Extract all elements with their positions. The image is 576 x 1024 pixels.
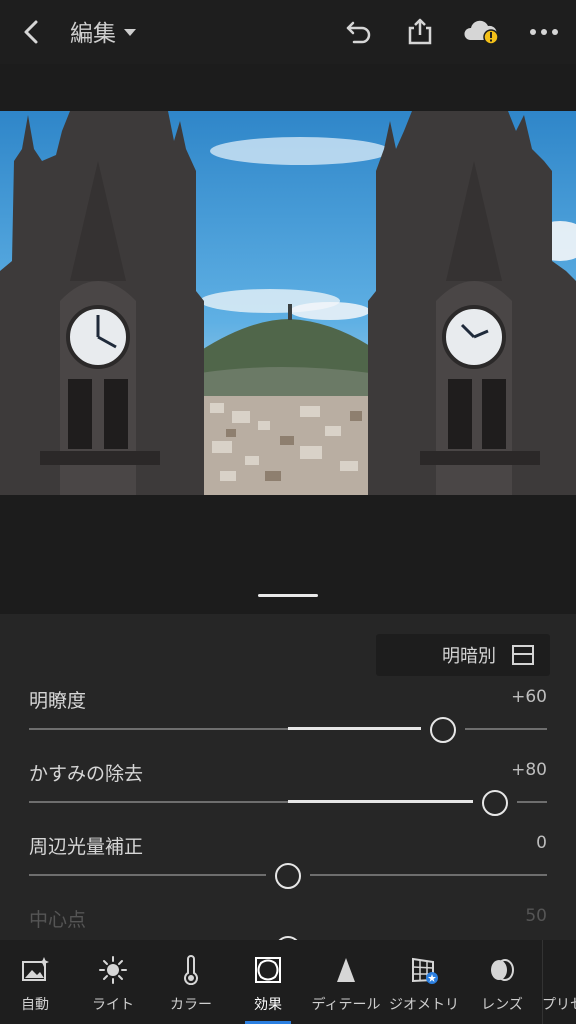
slider-value: 0 [536,833,547,853]
undo-icon[interactable] [342,16,374,48]
caret-down-icon [124,29,136,36]
tool-label: プリセ [542,997,576,1013]
slider-thumb[interactable] [275,863,301,889]
slider-label: 周辺光量補正 [29,836,144,858]
slider-dehaze: かすみの除去 +80 [0,759,576,829]
effects-frame-icon [253,955,283,985]
auto-image-icon [20,955,50,985]
edited-photo [0,111,576,495]
panel-drag-handle[interactable] [258,594,318,597]
sun-icon [98,955,128,985]
tool-detail[interactable]: ディテール [307,940,385,1024]
top-bar: 編集 [0,0,576,64]
slider-value: +80 [511,760,547,780]
slider-thumb[interactable] [430,717,457,743]
thermometer-icon [176,955,206,986]
slider-fill [288,727,444,730]
edit-mode-dropdown[interactable]: 編集 [70,14,136,48]
photo-canvas[interactable] [0,64,576,614]
tool-auto[interactable]: 自動 [0,940,74,1024]
slider-label: 中心点 [29,909,87,931]
lens-icon [487,955,517,985]
page-title: 編集 [70,21,116,47]
slider-value: +60 [511,687,547,707]
tone-mode-button[interactable]: 明暗別 [376,634,550,676]
geometry-grid-icon [409,955,439,985]
slider-label: かすみの除去 [29,763,144,785]
effects-panel: 明暗別 明瞭度 +60 かすみの除去 +80 周辺光量補正 0 中心点 50 [0,614,576,940]
slider-thumb[interactable] [482,790,509,816]
back-chevron-icon[interactable] [18,16,48,48]
slider-vignette: 周辺光量補正 0 [0,832,576,902]
tool-light[interactable]: ライト [74,940,152,1024]
slider-midpoint: 中心点 50 [0,905,576,940]
tool-geometry[interactable]: ジオメトリ [385,940,463,1024]
slider-clarity: 明瞭度 +60 [0,686,576,756]
slider-value: 50 [525,906,547,926]
tool-effects[interactable]: 効果 [229,940,307,1024]
slider-label: 明瞭度 [29,690,87,712]
tool-lens[interactable]: レンズ [463,940,541,1024]
share-icon[interactable] [404,16,436,48]
tone-mode-label: 明暗別 [442,646,496,667]
edit-toolbar: 自動 ライト カラー 効果 ディテール ジオメトリ レンズ プリ [0,940,576,1024]
cloud-sync-warning-icon[interactable] [462,16,502,48]
triangle-icon [331,955,361,985]
split-view-icon [512,645,534,665]
slider-fill [288,800,496,803]
more-options-icon[interactable] [528,16,560,48]
tool-presets[interactable]: プリセ [536,940,576,1024]
